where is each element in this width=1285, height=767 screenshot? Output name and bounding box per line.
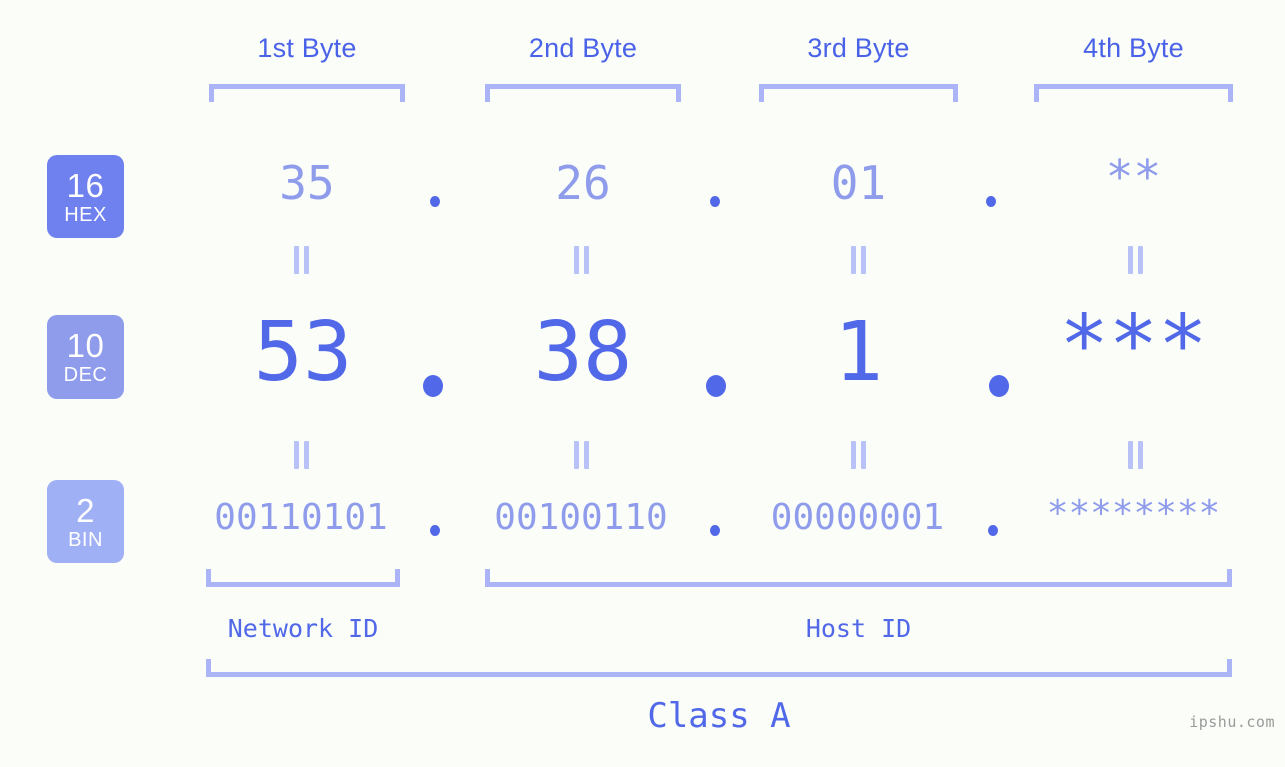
base-badge-bin: 2 BIN [47,480,124,563]
byte-header-2-label: 2nd Byte [528,33,638,63]
dec-separator-1 [423,375,443,397]
host-id-bracket [485,569,1232,587]
hex-separator-3 [986,196,996,207]
base-badge-dec-name: DEC [63,364,108,386]
byte-header-3-label: 3rd Byte [807,33,910,63]
bin-byte-1: 00110101 [214,497,388,538]
hex-byte-1: 35 [279,156,335,210]
byte-header-4: 4th Byte [1034,33,1233,64]
base-badge-dec-number: 10 [66,327,105,364]
bin-separator-1 [430,525,440,536]
hex-separator-1 [430,196,440,207]
base-badge-dec: 10 DEC [47,315,124,399]
site-watermark: ipshu.com [1189,713,1275,731]
dec-separator-3 [989,375,1009,397]
hex-byte-3: 01 [830,156,887,210]
byte-bracket-top-1 [209,84,405,102]
network-id-bracket [206,569,400,587]
hex-byte-2: 26 [555,156,611,210]
host-id-label: Host ID [805,614,912,643]
bin-separator-3 [988,525,998,536]
equals-mark-hex-dec-3 [847,246,869,274]
equals-mark-dec-bin-4 [1124,441,1146,469]
dec-byte-4: *** [1059,298,1208,393]
ip-address-breakdown-diagram: 1st Byte 2nd Byte 3rd Byte 4th Byte 16 H… [0,0,1285,767]
dec-byte-2: 38 [533,305,633,400]
equals-mark-hex-dec-4 [1124,246,1146,274]
base-badge-bin-number: 2 [76,491,95,529]
base-badge-hex-name: HEX [64,203,107,226]
equals-mark-hex-dec-2 [570,246,592,274]
dec-byte-1: 53 [253,305,353,400]
byte-header-4-label: 4th Byte [1083,33,1184,63]
base-badge-hex: 16 HEX [47,155,124,238]
class-bracket [206,659,1232,677]
byte-bracket-top-3 [759,84,958,102]
byte-header-1: 1st Byte [209,33,405,64]
bin-byte-3: 00000001 [770,497,945,538]
byte-header-2: 2nd Byte [485,33,681,64]
bin-byte-2: 00100110 [494,497,668,538]
equals-mark-dec-bin-1 [290,441,312,469]
byte-bracket-top-2 [485,84,681,102]
byte-bracket-top-4 [1034,84,1233,102]
bin-byte-4: ******** [1046,493,1221,534]
base-badge-hex-number: 16 [66,166,105,204]
hex-separator-2 [710,196,720,207]
hex-byte-4: ** [1105,150,1162,204]
class-label: Class A [647,696,791,736]
byte-header-1-label: 1st Byte [257,33,357,63]
dec-byte-3: 1 [833,305,884,400]
base-badge-bin-name: BIN [68,528,103,551]
equals-mark-dec-bin-3 [847,441,869,469]
dec-separator-2 [706,375,726,397]
bin-separator-2 [710,525,720,536]
byte-header-3: 3rd Byte [759,33,958,64]
equals-mark-dec-bin-2 [570,441,592,469]
equals-mark-hex-dec-1 [290,246,312,274]
network-id-label: Network ID [227,614,379,643]
